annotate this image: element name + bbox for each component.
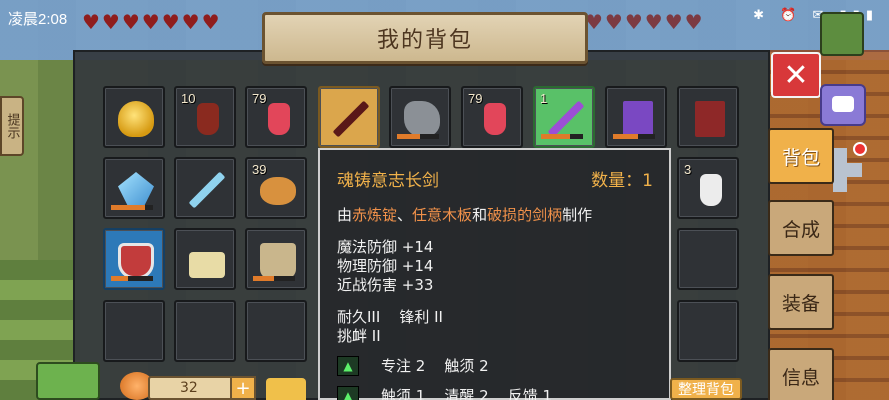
durability-bar xyxy=(613,134,655,139)
ice-sword-icon xyxy=(188,171,226,209)
durability-bar xyxy=(397,134,439,139)
tab-crafting[interactable]: 合成 xyxy=(768,200,834,256)
item-stats: 魔法防御 +14 物理防御 +14 近战伤害 +33 xyxy=(337,238,433,295)
enchant-line: 耐久III 锋利 II xyxy=(337,308,443,326)
inventory-slot[interactable] xyxy=(245,228,307,290)
inventory-slot-empty[interactable] xyxy=(677,300,739,362)
durability-bar xyxy=(111,205,153,210)
ore-stone-icon xyxy=(404,101,440,137)
durability-bar xyxy=(253,276,295,281)
durability-bar xyxy=(111,276,153,281)
item-count: 数量：1 xyxy=(591,166,653,191)
inventory-slot-empty[interactable] xyxy=(103,300,165,362)
close-button[interactable]: ✕ xyxy=(771,52,821,98)
armor-icon xyxy=(260,243,296,279)
slot-quantity: 3 xyxy=(684,162,692,177)
crystal-axe-icon xyxy=(118,172,154,208)
skill-row: ▲ 专注 2 触须 2 xyxy=(337,355,489,376)
recipe-material: 任意木板 xyxy=(412,206,473,224)
add-coins-button[interactable]: + xyxy=(230,376,256,400)
play-arrow-icon: ▲ xyxy=(337,355,359,376)
inventory-slot-highlight[interactable]: 1 xyxy=(533,86,595,148)
stat-line: 魔法防御 +14 xyxy=(337,238,434,256)
cheese-icon xyxy=(266,378,306,400)
skill-text: 专注 2 触须 2 xyxy=(381,357,489,375)
slot-quantity: 39 xyxy=(252,162,267,177)
inventory-slot[interactable] xyxy=(389,86,451,148)
inventory-slot[interactable] xyxy=(677,86,739,148)
page-title: 我的背包 xyxy=(262,12,588,64)
boots-icon xyxy=(189,252,225,278)
slot-quantity: 79 xyxy=(252,91,267,106)
recipe-suffix: 制作 xyxy=(562,206,593,224)
inventory-slot-selected[interactable] xyxy=(318,86,380,148)
stat-line: 物理防御 +14 xyxy=(337,257,434,275)
inventory-slot[interactable]: 79 xyxy=(245,86,307,148)
chat-icon[interactable] xyxy=(820,84,866,126)
inventory-slot-highlight[interactable] xyxy=(103,228,165,290)
slot-quantity: 10 xyxy=(181,91,196,106)
coin-count: 32 xyxy=(180,380,198,396)
item-count-value: 1 xyxy=(642,171,653,191)
item-enchantments: 耐久III 锋利 II 挑衅 II xyxy=(337,308,443,346)
red-book-icon xyxy=(695,101,725,137)
white-bottle-icon xyxy=(700,174,722,206)
inventory-slot[interactable] xyxy=(103,86,165,148)
inventory-slot-empty[interactable] xyxy=(677,228,739,290)
inventory-slot[interactable]: 39 xyxy=(245,157,307,219)
slot-quantity: 79 xyxy=(468,91,483,106)
inventory-slot[interactable] xyxy=(605,86,667,148)
inventory-slot[interactable] xyxy=(174,228,236,290)
item-tooltip: 魂铸意志长剑 数量：1 由赤炼锭、任意木板和破损的剑柄制作 魔法防御 +14 物… xyxy=(318,148,671,400)
inventory-slot-empty[interactable] xyxy=(245,300,307,362)
enchant-line: 挑衅 II xyxy=(337,327,381,345)
magic-staff-icon xyxy=(547,100,585,138)
recipe-material: 破损的剑柄 xyxy=(487,206,563,224)
play-arrow-icon: ▲ xyxy=(337,385,359,400)
stat-line: 近战伤害 +33 xyxy=(337,276,434,294)
notification-dot-icon xyxy=(853,142,867,156)
inventory-slot[interactable]: 3 xyxy=(677,157,739,219)
recipe-prefix: 由 xyxy=(337,206,353,224)
inventory-slot[interactable] xyxy=(174,157,236,219)
purple-book-icon xyxy=(623,101,653,137)
sort-inventory-button[interactable]: 整理背包 xyxy=(670,378,742,400)
inventory-slot[interactable]: 79 xyxy=(461,86,523,148)
hint-tab[interactable]: 提示 xyxy=(0,96,24,156)
gold-ingot-icon xyxy=(118,101,154,137)
slot-quantity: 1 xyxy=(540,91,548,106)
tab-backpack[interactable]: 背包 xyxy=(768,128,834,184)
recipe-material: 赤炼锭 xyxy=(352,206,398,224)
inventory-slot[interactable]: 10 xyxy=(174,86,236,148)
inventory-slot[interactable] xyxy=(103,157,165,219)
skill-text: 触须 1 清醒 2 反馈 1 xyxy=(381,387,553,400)
durability-bar xyxy=(541,134,583,139)
item-recipe: 由赤炼锭、任意木板和破损的剑柄制作 xyxy=(337,204,592,225)
bread-icon xyxy=(260,177,296,205)
inventory-slot-empty[interactable] xyxy=(174,300,236,362)
tab-equipment[interactable]: 装备 xyxy=(768,274,834,330)
red-potion-icon xyxy=(268,103,290,135)
coin-counter: 32 + xyxy=(148,376,256,400)
shield-icon xyxy=(118,243,154,279)
grass-block-icon[interactable] xyxy=(36,362,100,400)
item-count-label: 数量： xyxy=(591,171,643,191)
hunger-hearts-icon: ♥♥♥♥♥♥ xyxy=(585,10,705,34)
recipe-separator: 和 xyxy=(472,206,488,224)
red-potion-icon xyxy=(484,103,506,135)
item-name: 魂铸意志长剑 xyxy=(337,171,439,191)
health-hearts-icon: ♥♥♥♥♥♥♥ xyxy=(82,10,222,34)
skill-row: ▲ 触须 1 清醒 2 反馈 1 xyxy=(337,385,552,400)
status-time: 凌晨2:08 xyxy=(8,11,68,28)
soulforged-sword-icon xyxy=(332,100,370,138)
wine-bottle-icon xyxy=(197,103,219,135)
world-map-icon[interactable] xyxy=(820,12,864,56)
tab-info[interactable]: 信息 xyxy=(768,348,834,400)
recipe-separator: 、 xyxy=(397,206,413,224)
